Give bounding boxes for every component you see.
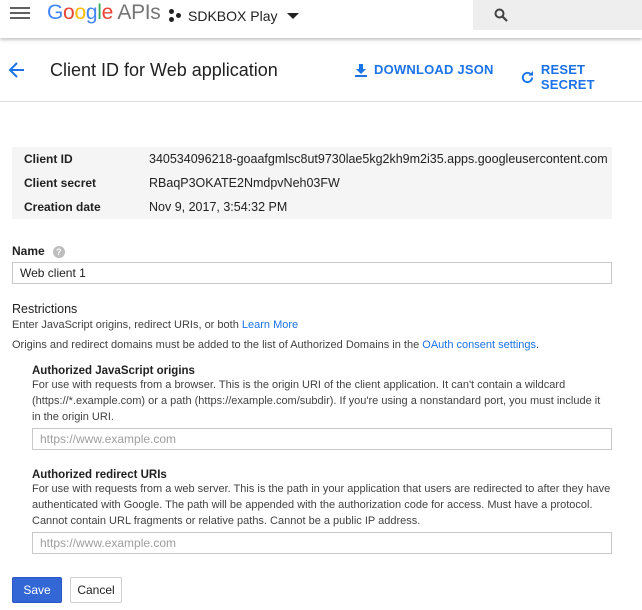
learn-more-link[interactable]: Learn More <box>242 319 298 331</box>
client-secret-value: RBaqP3OKATE2NmdpvNeh03FW <box>149 176 340 190</box>
hamburger-icon[interactable] <box>10 4 32 24</box>
search-icon <box>494 8 508 22</box>
client-info-table: Client ID 340534096218-goaafgmlsc8ut9730… <box>12 147 612 219</box>
info-key: Client ID <box>24 152 73 166</box>
page-header: Client ID for Web application DOWNLOAD J… <box>0 38 642 102</box>
name-input[interactable] <box>12 262 612 284</box>
redirect-uri-input[interactable] <box>32 532 612 554</box>
top-app-bar: Google APIs SDKBOX Play <box>0 0 642 38</box>
download-icon <box>355 63 367 77</box>
download-json-label: DOWNLOAD JSON <box>374 62 494 77</box>
back-arrow-icon[interactable] <box>6 59 28 81</box>
info-row-client-id: Client ID 340534096218-goaafgmlsc8ut9730… <box>12 147 612 171</box>
info-key: Client secret <box>24 176 97 190</box>
creation-date-value: Nov 9, 2017, 3:54:32 PM <box>149 200 288 214</box>
save-button[interactable]: Save <box>12 577 62 603</box>
domains-note: Origins and redirect domains must be add… <box>12 339 540 351</box>
caret-down-icon <box>287 13 300 19</box>
js-origins-help: For use with requests from a browser. Th… <box>32 379 601 423</box>
help-icon[interactable]: ? <box>52 246 65 258</box>
info-key: Creation date <box>24 200 101 214</box>
google-apis-logo[interactable]: Google APIs <box>47 1 161 25</box>
project-icon <box>168 9 182 23</box>
search-box[interactable] <box>473 0 642 30</box>
page-title: Client ID for Web application <box>50 60 278 80</box>
reset-secret-label: RESET SECRET <box>540 62 595 92</box>
info-row-client-secret: Client secret RBaqP3OKATE2NmdpvNeh03FW <box>12 171 612 195</box>
restrictions-title: Restrictions <box>12 302 78 316</box>
js-origins-title: Authorized JavaScript origins <box>32 365 195 377</box>
project-selector[interactable]: SDKBOX Play <box>168 4 300 28</box>
client-id-value: 340534096218-goaafgmlsc8ut9730lae5kg2kh9… <box>149 152 608 166</box>
download-json-button[interactable]: DOWNLOAD JSON <box>354 62 494 77</box>
name-label: Name? <box>12 244 65 258</box>
reset-secret-button[interactable]: RESET SECRET <box>520 62 642 92</box>
js-origin-input[interactable] <box>32 428 612 450</box>
cancel-button[interactable]: Cancel <box>70 577 122 603</box>
refresh-icon <box>521 70 534 83</box>
info-row-creation-date: Creation date Nov 9, 2017, 3:54:32 PM <box>12 195 612 219</box>
project-name: SDKBOX Play <box>188 8 278 24</box>
redirect-uris-title: Authorized redirect URIs <box>32 469 167 481</box>
restrictions-text: Enter JavaScript origins, redirect URIs,… <box>12 319 299 331</box>
redirect-uris-help: For use with requests from a web server.… <box>32 483 611 527</box>
oauth-consent-link[interactable]: OAuth consent settings <box>422 339 536 351</box>
